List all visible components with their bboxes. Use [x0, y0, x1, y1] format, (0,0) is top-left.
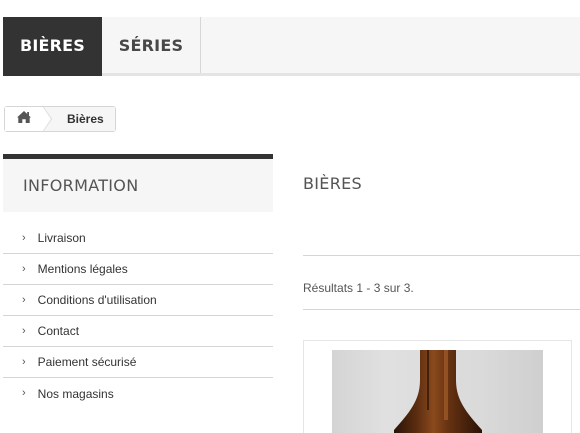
tab-bieres[interactable]: BIÈRES [3, 17, 102, 76]
top-menu: BIÈRES SÉRIES [3, 17, 580, 76]
chevron-right-icon: › [22, 231, 26, 244]
info-item-magasins[interactable]: › Nos magasins [3, 378, 273, 409]
tab-series[interactable]: SÉRIES [102, 17, 201, 73]
info-item-contact[interactable]: › Contact [3, 316, 273, 347]
info-item-label: Mentions légales [37, 262, 128, 276]
divider [303, 255, 580, 256]
info-item-paiement[interactable]: › Paiement sécurisé [3, 347, 273, 378]
info-item-label: Contact [37, 324, 80, 338]
chevron-right-icon: › [22, 355, 26, 368]
information-block: INFORMATION › Livraison › Mentions légales… [3, 154, 273, 409]
tab-bieres-label: BIÈRES [19, 35, 86, 55]
information-list: › Livraison › Mentions légales › Conditions… [3, 223, 273, 409]
divider [303, 309, 580, 310]
results-count: Résultats 1 - 3 sur 3. [303, 281, 414, 295]
breadcrumb-home-link[interactable] [5, 106, 52, 132]
chevron-right-icon: › [22, 324, 26, 337]
breadcrumb-current: Bières [43, 107, 115, 131]
info-item-label: Conditions d'utilisation [37, 293, 157, 307]
chevron-right-icon: › [22, 387, 26, 399]
info-item-livraison[interactable]: › Livraison [3, 223, 273, 254]
info-item-label: Nos magasins [37, 386, 114, 401]
information-title: INFORMATION [3, 154, 273, 212]
info-item-label: Livraison [37, 231, 86, 245]
home-icon [16, 110, 32, 129]
product-image[interactable] [332, 350, 543, 433]
chevron-right-icon: › [22, 293, 26, 306]
product-card[interactable] [303, 340, 572, 433]
breadcrumb: Bières [4, 106, 116, 132]
info-item-mentions-legales[interactable]: › Mentions légales [3, 254, 273, 285]
info-item-label: Paiement sécurisé [37, 355, 137, 369]
tab-series-label: SÉRIES [118, 35, 184, 55]
info-item-conditions[interactable]: › Conditions d'utilisation [3, 285, 273, 316]
chevron-right-icon: › [22, 262, 26, 275]
page-heading: BIÈRES [303, 174, 362, 193]
